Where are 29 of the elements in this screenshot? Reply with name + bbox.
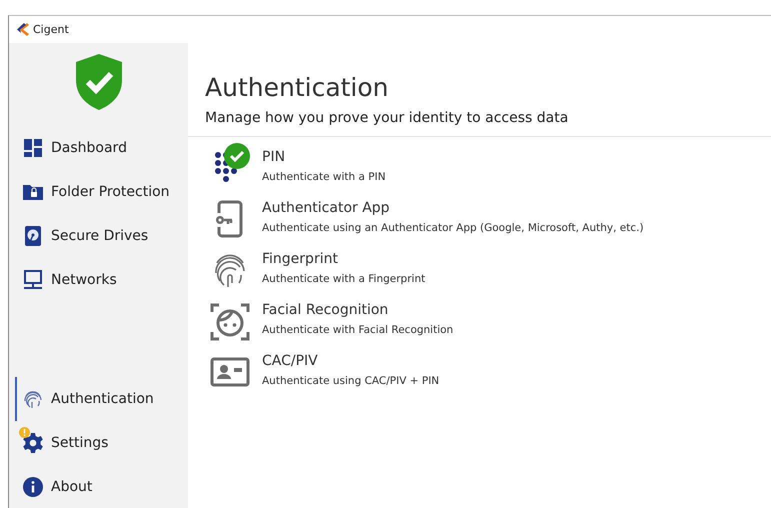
folder-lock-icon (23, 182, 43, 202)
method-name[interactable]: Facial Recognition (262, 302, 454, 318)
sidebar-item[interactable]: Networks (9, 258, 188, 302)
info-icon (23, 477, 43, 497)
sidebar-item[interactable]: Folder Protection (9, 170, 188, 214)
method-description: Authenticate with a Fingerprint (262, 273, 426, 285)
fingerprint-icon (23, 389, 43, 409)
page-subtitle: Manage how you prove your identity to access data (205, 110, 570, 126)
grid-icon (23, 138, 43, 158)
face-scan-icon (210, 302, 250, 342)
window-title: Cigent (33, 23, 69, 36)
drive-icon (23, 226, 43, 246)
sidebar-item[interactable]: Authentication (15, 377, 188, 421)
method-name[interactable]: PIN (262, 149, 386, 165)
method-description: Authenticate with Facial Recognition (262, 324, 454, 336)
gear-icon (23, 433, 43, 453)
method-name[interactable]: CAC/PIV (262, 353, 440, 369)
method-name[interactable]: Authenticator App (262, 200, 644, 216)
page-title: Authentication (205, 73, 390, 102)
app-logo-icon (17, 23, 29, 36)
method-description: Authenticate with a PIN (262, 171, 386, 183)
method-name[interactable]: Fingerprint (262, 251, 426, 267)
monitor-icon (23, 270, 43, 290)
method-description: Authenticate using CAC/PIV + PIN (262, 375, 440, 387)
sidebar-item[interactable]: Secure Drives (9, 214, 188, 258)
sidebar-item[interactable]: Settings (9, 421, 188, 465)
sidebar-item[interactable]: About (9, 465, 188, 508)
sidebar-item[interactable]: Dashboard (9, 126, 188, 170)
method-description: Authenticate using an Authenticator App (Google, Microsoft, Authy, etc.) (262, 222, 644, 234)
